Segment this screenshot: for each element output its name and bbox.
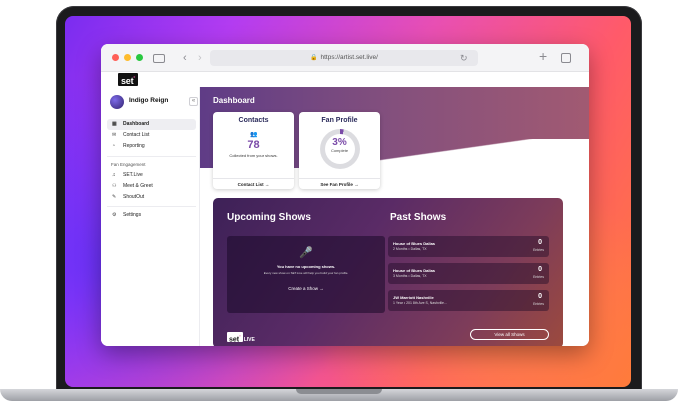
view-all-shows-button[interactable]: View all Shows <box>470 329 549 340</box>
lock-icon: 🔒 <box>310 55 318 61</box>
sidebar-icon[interactable] <box>153 54 165 63</box>
fan-profile-percent: 3% <box>332 137 347 148</box>
page-title: Dashboard <box>213 96 255 105</box>
set-live-logo: set°LIVE <box>227 331 255 343</box>
upcoming-shows-empty-state: 🎤 You have no upcoming shows. Every new … <box>227 236 385 313</box>
main-content: Dashboard Contacts 👥 78 Collected from y… <box>200 87 589 346</box>
past-show-name: JW Marriott Nashville <box>393 295 434 300</box>
url-text: https://artist.set.live/ <box>320 54 378 61</box>
fan-profile-card-title: Fan Profile <box>321 117 358 124</box>
past-show-meta: 1 Year • 201 8th Ave S, Nashville... <box>393 301 447 305</box>
app-header: set° <box>101 72 589 87</box>
past-show-entries-label: Entries <box>533 248 544 252</box>
collapse-sidebar-button[interactable]: « <box>189 97 198 106</box>
sidebar: Indigo Reign « ▦ Dashboard ✉ Contact Lis… <box>101 87 200 346</box>
contacts-card: Contacts 👥 78 Collected from your shows.… <box>213 112 294 189</box>
sidebar-item-shoutout[interactable]: ✎ ShoutOut <box>107 192 196 203</box>
maximize-window-button[interactable] <box>136 54 143 61</box>
empty-state-subtitle: Every new show on SET.Live will help you… <box>263 271 349 275</box>
megaphone-icon: ✎ <box>112 194 117 200</box>
back-icon[interactable]: ‹ <box>183 51 187 65</box>
browser-window: ‹ › 🔒 https://artist.set.live/ ↻ + set° I… <box>101 44 589 346</box>
section-label-fan-engagement: Fan Engagement <box>111 162 146 167</box>
music-icon: ♫ <box>112 172 116 178</box>
close-window-button[interactable] <box>112 54 119 61</box>
address-bar[interactable]: 🔒 https://artist.set.live/ <box>210 50 478 66</box>
browser-toolbar: ‹ › 🔒 https://artist.set.live/ ↻ + <box>101 44 589 72</box>
create-show-button[interactable]: Create a Show → <box>227 286 385 291</box>
forward-icon[interactable]: › <box>198 51 202 65</box>
sidebar-item-dashboard[interactable]: ▦ Dashboard <box>107 119 196 130</box>
see-fan-profile-link[interactable]: See Fan Profile → <box>299 178 380 189</box>
past-show-item[interactable]: House of Blues Dallas 3 Months • Dallas,… <box>388 263 549 284</box>
fan-profile-complete-label: Complete <box>330 148 349 153</box>
gear-icon: ⚙ <box>112 212 117 218</box>
dashboard-icon: ▦ <box>112 121 117 127</box>
sidebar-item-set-live[interactable]: ♫ SET.Live <box>107 170 196 181</box>
past-show-item[interactable]: House of Blues Dallas 2 Months • Dallas,… <box>388 236 549 257</box>
sidebar-item-settings[interactable]: ⚙ Settings <box>107 210 196 221</box>
sidebar-item-reporting[interactable]: ◔ Reporting <box>107 141 196 152</box>
laptop-base-notch <box>296 389 382 394</box>
chart-icon: ◔ <box>112 143 116 149</box>
fan-profile-card: Fan Profile 3% Complete See Fan Profile … <box>299 112 380 189</box>
past-show-name: House of Blues Dallas <box>393 241 436 246</box>
past-shows-title: Past Shows <box>390 212 447 223</box>
empty-state-title: You have no upcoming shows. <box>276 264 336 269</box>
envelope-icon: ✉ <box>112 132 117 138</box>
reload-icon[interactable]: ↻ <box>460 51 468 65</box>
sidebar-divider <box>107 156 196 157</box>
past-show-entries-label: Entries <box>533 302 544 306</box>
contacts-count: 78 <box>247 139 260 151</box>
minimize-window-button[interactable] <box>124 54 131 61</box>
past-show-entry-count: 0 <box>538 239 542 246</box>
people-icon: 👥 <box>250 132 257 138</box>
sidebar-divider <box>107 206 196 207</box>
microphone-icon: 🎤 <box>299 247 313 259</box>
set-logo[interactable]: set° <box>118 73 139 86</box>
profile-name: Indigo Reign <box>129 97 169 104</box>
sidebar-item-meet-greet[interactable]: ⚇ Meet & Greet <box>107 181 196 192</box>
contacts-subtitle: Collected from your shows. <box>229 153 278 158</box>
past-show-meta: 3 Months • Dallas, TX <box>393 274 427 278</box>
past-show-entry-count: 0 <box>538 293 542 300</box>
new-tab-icon[interactable]: + <box>539 49 547 63</box>
fan-profile-progress-ring: 3% Complete <box>319 129 360 169</box>
contact-list-link[interactable]: Contact List → <box>213 178 294 189</box>
past-show-item[interactable]: JW Marriott Nashville 1 Year • 201 8th A… <box>388 290 549 311</box>
sidebar-item-contact-list[interactable]: ✉ Contact List <box>107 130 196 141</box>
shows-panel: Upcoming Shows Past Shows 🎤 You have no … <box>213 198 563 346</box>
profile[interactable]: Indigo Reign « <box>110 95 198 111</box>
contacts-card-title: Contacts <box>238 117 269 124</box>
past-show-meta: 2 Months • Dallas, TX <box>393 247 427 251</box>
past-show-entry-count: 0 <box>538 266 542 273</box>
past-show-entries-label: Entries <box>533 275 544 279</box>
people-icon: ⚇ <box>112 183 117 189</box>
tab-overview-icon[interactable] <box>561 53 571 63</box>
upcoming-shows-title: Upcoming Shows <box>227 212 311 223</box>
avatar <box>110 95 124 109</box>
past-show-name: House of Blues Dallas <box>393 268 436 273</box>
